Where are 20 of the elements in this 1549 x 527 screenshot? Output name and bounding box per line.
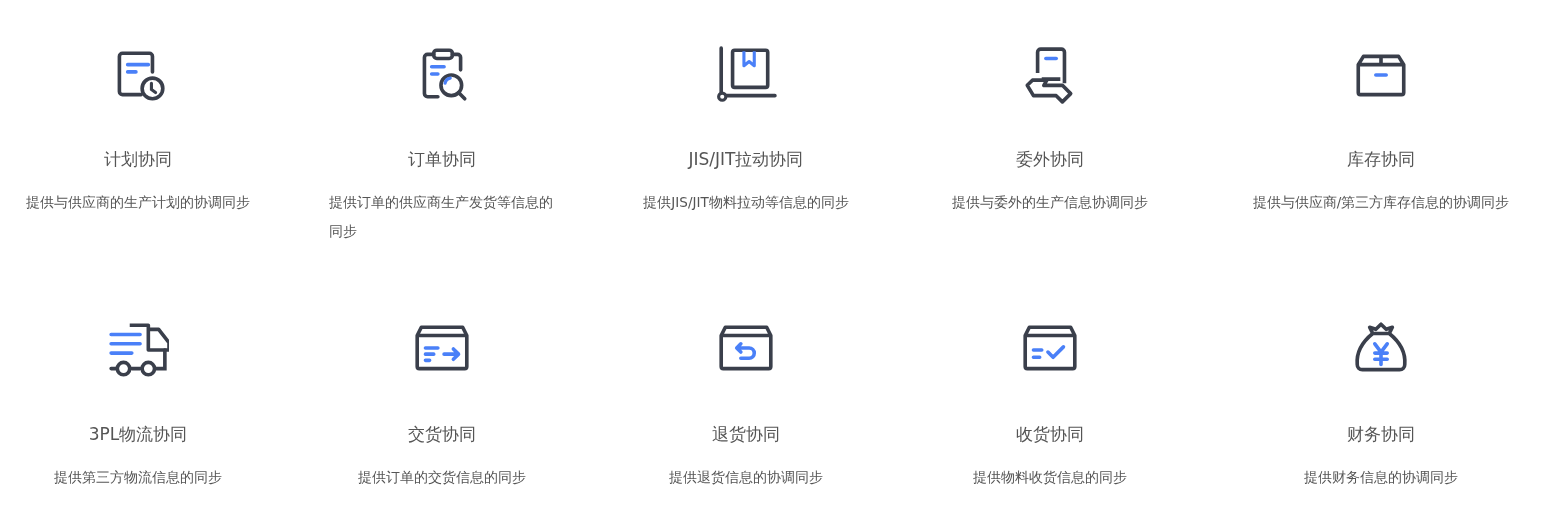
feature-title: 退货协同 [712, 423, 780, 445]
feature-title: 计划协同 [104, 148, 172, 170]
feature-description: 提供与委外的生产信息协调同步 [952, 193, 1148, 212]
feature-title: 订单协同 [408, 148, 476, 170]
feature-title: 库存协同 [1347, 148, 1415, 170]
feature-description: 提供与供应商的生产计划的协调同步 [26, 193, 250, 212]
feature-description: 提供JIS/JIT物料拉动等信息的同步 [643, 193, 849, 212]
feature-description: 提供订单的供应商生产发货等信息的同步 [329, 193, 554, 241]
feature-description: 提供物料收货信息的同步 [973, 468, 1127, 487]
feature-description: 提供财务信息的协调同步 [1304, 468, 1458, 487]
feature-description: 提供与供应商/第三方库存信息的协调同步 [1252, 193, 1510, 212]
feature-title: 财务协同 [1347, 423, 1415, 445]
feature-title: 收货协同 [1016, 423, 1084, 445]
feature-description: 提供第三方物流信息的同步 [54, 468, 222, 487]
feature-title: 3PL物流协同 [88, 423, 188, 445]
feature-title: JIS/JIT拉动协同 [688, 148, 804, 170]
feature-description: 提供退货信息的协调同步 [669, 468, 823, 487]
feature-title: 委外协同 [1016, 148, 1084, 170]
feature-title: 交货协同 [408, 423, 476, 445]
feature-description: 提供订单的交货信息的同步 [358, 468, 526, 487]
